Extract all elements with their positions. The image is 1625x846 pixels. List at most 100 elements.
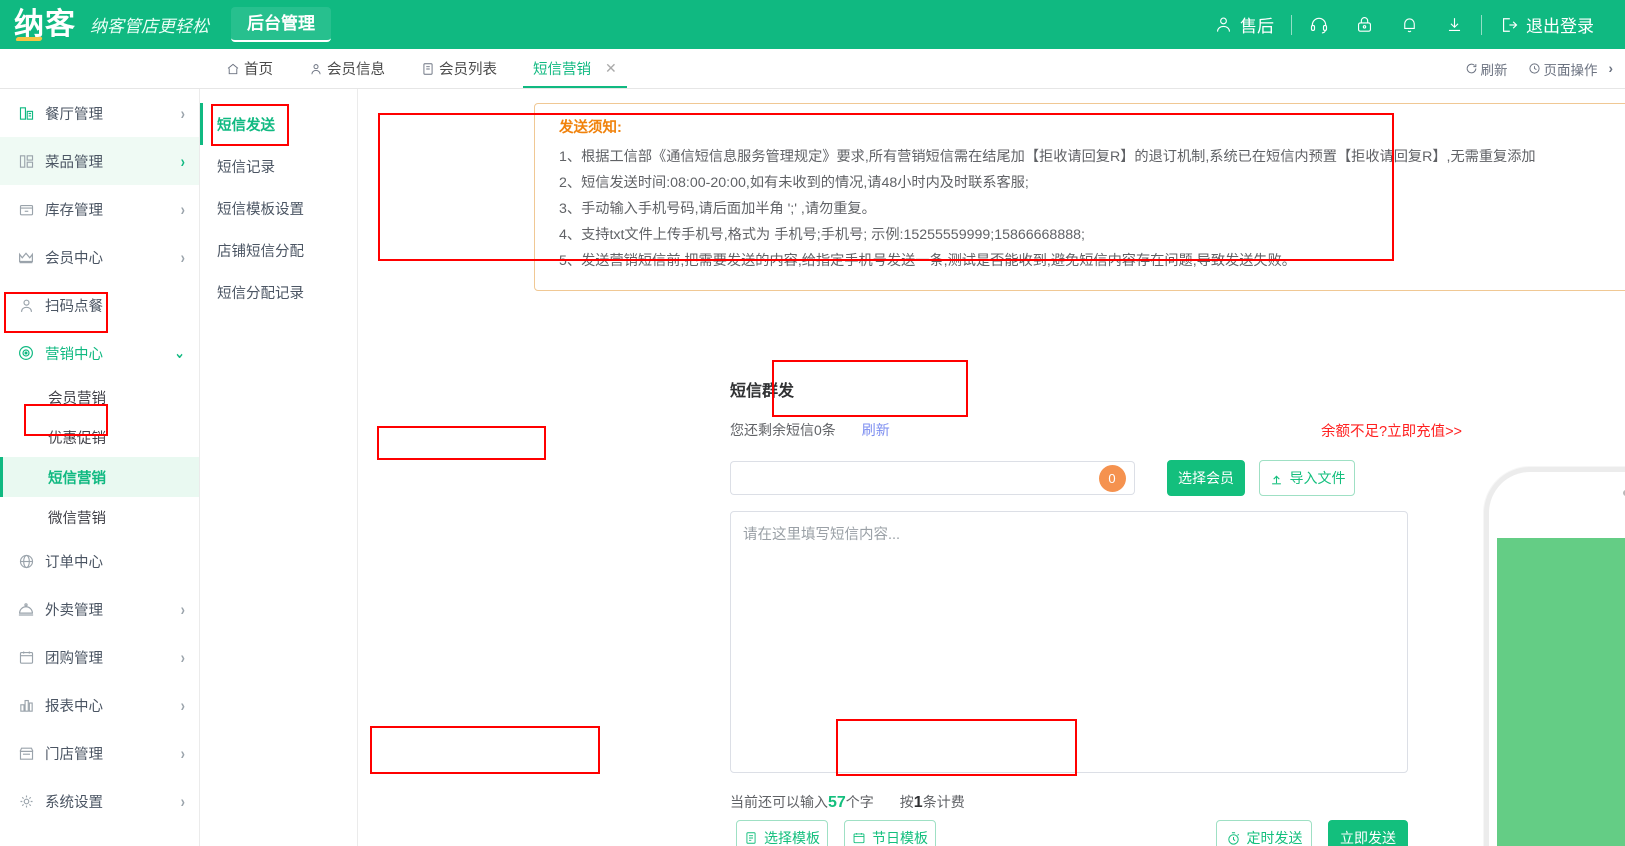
divider: [1481, 15, 1482, 35]
sidebar-item-scan-order[interactable]: 扫码点餐: [0, 281, 199, 329]
admin-panel-chip[interactable]: 后台管理: [231, 7, 331, 41]
sidebar: 餐厅管理 › 菜品管理 › 库存管理 ›: [0, 89, 200, 846]
sidebar-item-restaurant[interactable]: 餐厅管理 ›: [0, 89, 199, 137]
chevron-right-icon: ›: [181, 200, 185, 219]
send-buttons: 定时发送 立即发送: [1216, 820, 1408, 846]
select-template-label: 选择模板: [764, 828, 820, 846]
target-icon: [16, 344, 36, 362]
sidebar-item-marketing-center[interactable]: 营销中心 ⌄: [0, 329, 199, 377]
lock-button[interactable]: [1342, 15, 1387, 34]
import-file-button[interactable]: 导入文件: [1259, 460, 1355, 496]
fee-number: 1: [914, 794, 923, 811]
page-actions-button[interactable]: 页面操作 ›: [1528, 59, 1614, 79]
phone-numbers-input[interactable]: [730, 461, 1090, 495]
logout-label: 退出登录: [1526, 12, 1594, 37]
chevron-right-icon: ›: [181, 744, 185, 763]
logout-button[interactable]: 退出登录: [1486, 12, 1607, 37]
sidebar-item-label: 菜品管理: [45, 151, 181, 172]
tab-member-info[interactable]: 会员信息: [291, 49, 403, 88]
gear-icon: [16, 793, 36, 810]
tab-bar: 首页 会员信息 会员列表 短信营销 ✕ 刷新: [0, 49, 1625, 89]
sidebar-item-group-buy[interactable]: 团购管理 ›: [0, 633, 199, 681]
user-card-icon: [309, 62, 323, 76]
tab-home[interactable]: 首页: [208, 49, 291, 88]
submenu-item-label: 短信模板设置: [217, 198, 304, 219]
calendar-icon: [16, 649, 36, 666]
sidebar-item-label: 会员中心: [45, 247, 181, 268]
logo[interactable]: 纳客: [14, 10, 76, 40]
sidebar-item-label: 报表中心: [45, 695, 181, 716]
counter-prefix: 当前还可以输入: [730, 794, 828, 810]
submenu-item-sms-records[interactable]: 短信记录: [200, 145, 357, 187]
page-actions-label: 页面操作: [1544, 59, 1598, 79]
fee-count: 按1条计费: [900, 792, 965, 812]
counter-remaining: 57: [828, 794, 846, 811]
refresh-label: 刷新: [1481, 59, 1508, 79]
tab-bar-actions: 刷新 页面操作 ›: [1465, 49, 1625, 88]
submenu-item-store-sms-allocation[interactable]: 店铺短信分配: [200, 229, 357, 271]
sidebar-item-promotion[interactable]: 优惠促销: [0, 417, 199, 457]
sidebar-item-label: 门店管理: [45, 743, 181, 764]
divider: [1291, 15, 1292, 35]
person-icon: [16, 297, 36, 314]
phone-preview-screen: [1497, 538, 1625, 846]
recipient-row: 0 选择会员 导入文件: [730, 460, 1355, 496]
sidebar-item-store-management[interactable]: 门店管理 ›: [0, 729, 199, 777]
sidebar-subitem-label: 短信营销: [48, 467, 106, 488]
template-buttons: 选择模板 节日模板: [736, 820, 936, 846]
close-icon[interactable]: ✕: [605, 60, 617, 77]
sidebar-item-takeout[interactable]: 外卖管理 ›: [0, 585, 199, 633]
sidebar-item-order-center[interactable]: 订单中心: [0, 537, 199, 585]
headset-icon: [1309, 15, 1329, 35]
notice-line: 5、发送营销短信前,把需要发送的内容,给指定手机号发送一条,测试是否能收到,避免…: [559, 250, 1625, 273]
low-balance-recharge-link[interactable]: 余额不足?立即充值>>: [1321, 420, 1462, 441]
select-member-button[interactable]: 选择会员: [1167, 460, 1245, 496]
header-actions: 售后: [1201, 12, 1607, 37]
send-now-button[interactable]: 立即发送: [1328, 820, 1408, 846]
sidebar-item-sms-marketing[interactable]: 短信营销: [0, 457, 199, 497]
sidebar-item-label: 餐厅管理: [45, 103, 181, 124]
submenu-item-sms-send[interactable]: 短信发送: [200, 103, 357, 145]
list-icon: [421, 62, 435, 76]
bell-icon: [1400, 15, 1419, 34]
holiday-template-button[interactable]: 节日模板: [844, 820, 936, 846]
download-button[interactable]: [1432, 15, 1477, 34]
sidebar-item-member-marketing[interactable]: 会员营销: [0, 377, 199, 417]
sms-content-textarea[interactable]: [730, 511, 1408, 773]
user-icon: [1214, 15, 1233, 34]
sidebar-subitem-label: 会员营销: [48, 387, 106, 408]
submenu-item-sms-template-settings[interactable]: 短信模板设置: [200, 187, 357, 229]
fee-suffix: 条计费: [923, 794, 965, 810]
tab-sms-marketing[interactable]: 短信营销 ✕: [515, 49, 635, 88]
sidebar-item-dishes[interactable]: 菜品管理 ›: [0, 137, 199, 185]
sidebar-item-wechat-marketing[interactable]: 微信营销: [0, 497, 199, 537]
chevron-right-icon: ›: [181, 696, 185, 715]
aftersale-button[interactable]: 售后: [1201, 12, 1287, 37]
submenu-item-sms-allocation-records[interactable]: 短信分配记录: [200, 271, 357, 313]
submenu-item-label: 店铺短信分配: [217, 240, 304, 261]
balance-refresh-link[interactable]: 刷新: [862, 420, 890, 440]
scheduled-send-button[interactable]: 定时发送: [1216, 820, 1312, 846]
sidebar-item-label: 库存管理: [45, 199, 181, 220]
holiday-template-label: 节日模板: [872, 828, 928, 846]
tab-home-label: 首页: [244, 58, 273, 79]
remaining-characters: 当前还可以输入57个字: [730, 792, 874, 812]
sidebar-item-member-center[interactable]: 会员中心 ›: [0, 233, 199, 281]
fee-prefix: 按: [900, 794, 914, 810]
chevron-right-icon: ›: [181, 248, 185, 267]
refresh-button[interactable]: 刷新: [1465, 59, 1508, 79]
tab-sms-marketing-label: 短信营销: [533, 58, 591, 79]
sidebar-item-reports[interactable]: 报表中心 ›: [0, 681, 199, 729]
chevron-right-icon: ›: [181, 600, 185, 619]
select-template-button[interactable]: 选择模板: [736, 820, 828, 846]
tab-member-list[interactable]: 会员列表: [403, 49, 515, 88]
support-button[interactable]: [1296, 15, 1342, 35]
notice-line: 3、手动输入手机号码,请后面加半角 ';' ,请勿重复。: [559, 198, 1625, 221]
notifications-button[interactable]: [1387, 15, 1432, 34]
sidebar-item-inventory[interactable]: 库存管理 ›: [0, 185, 199, 233]
submenu-item-label: 短信记录: [217, 156, 275, 177]
globe-icon: [16, 553, 36, 570]
sidebar-item-system-settings[interactable]: 系统设置 ›: [0, 777, 199, 825]
phone-preview-mockup: [1484, 467, 1625, 846]
app-header: 纳客 纳客管店更轻松 后台管理 售后: [0, 0, 1625, 49]
